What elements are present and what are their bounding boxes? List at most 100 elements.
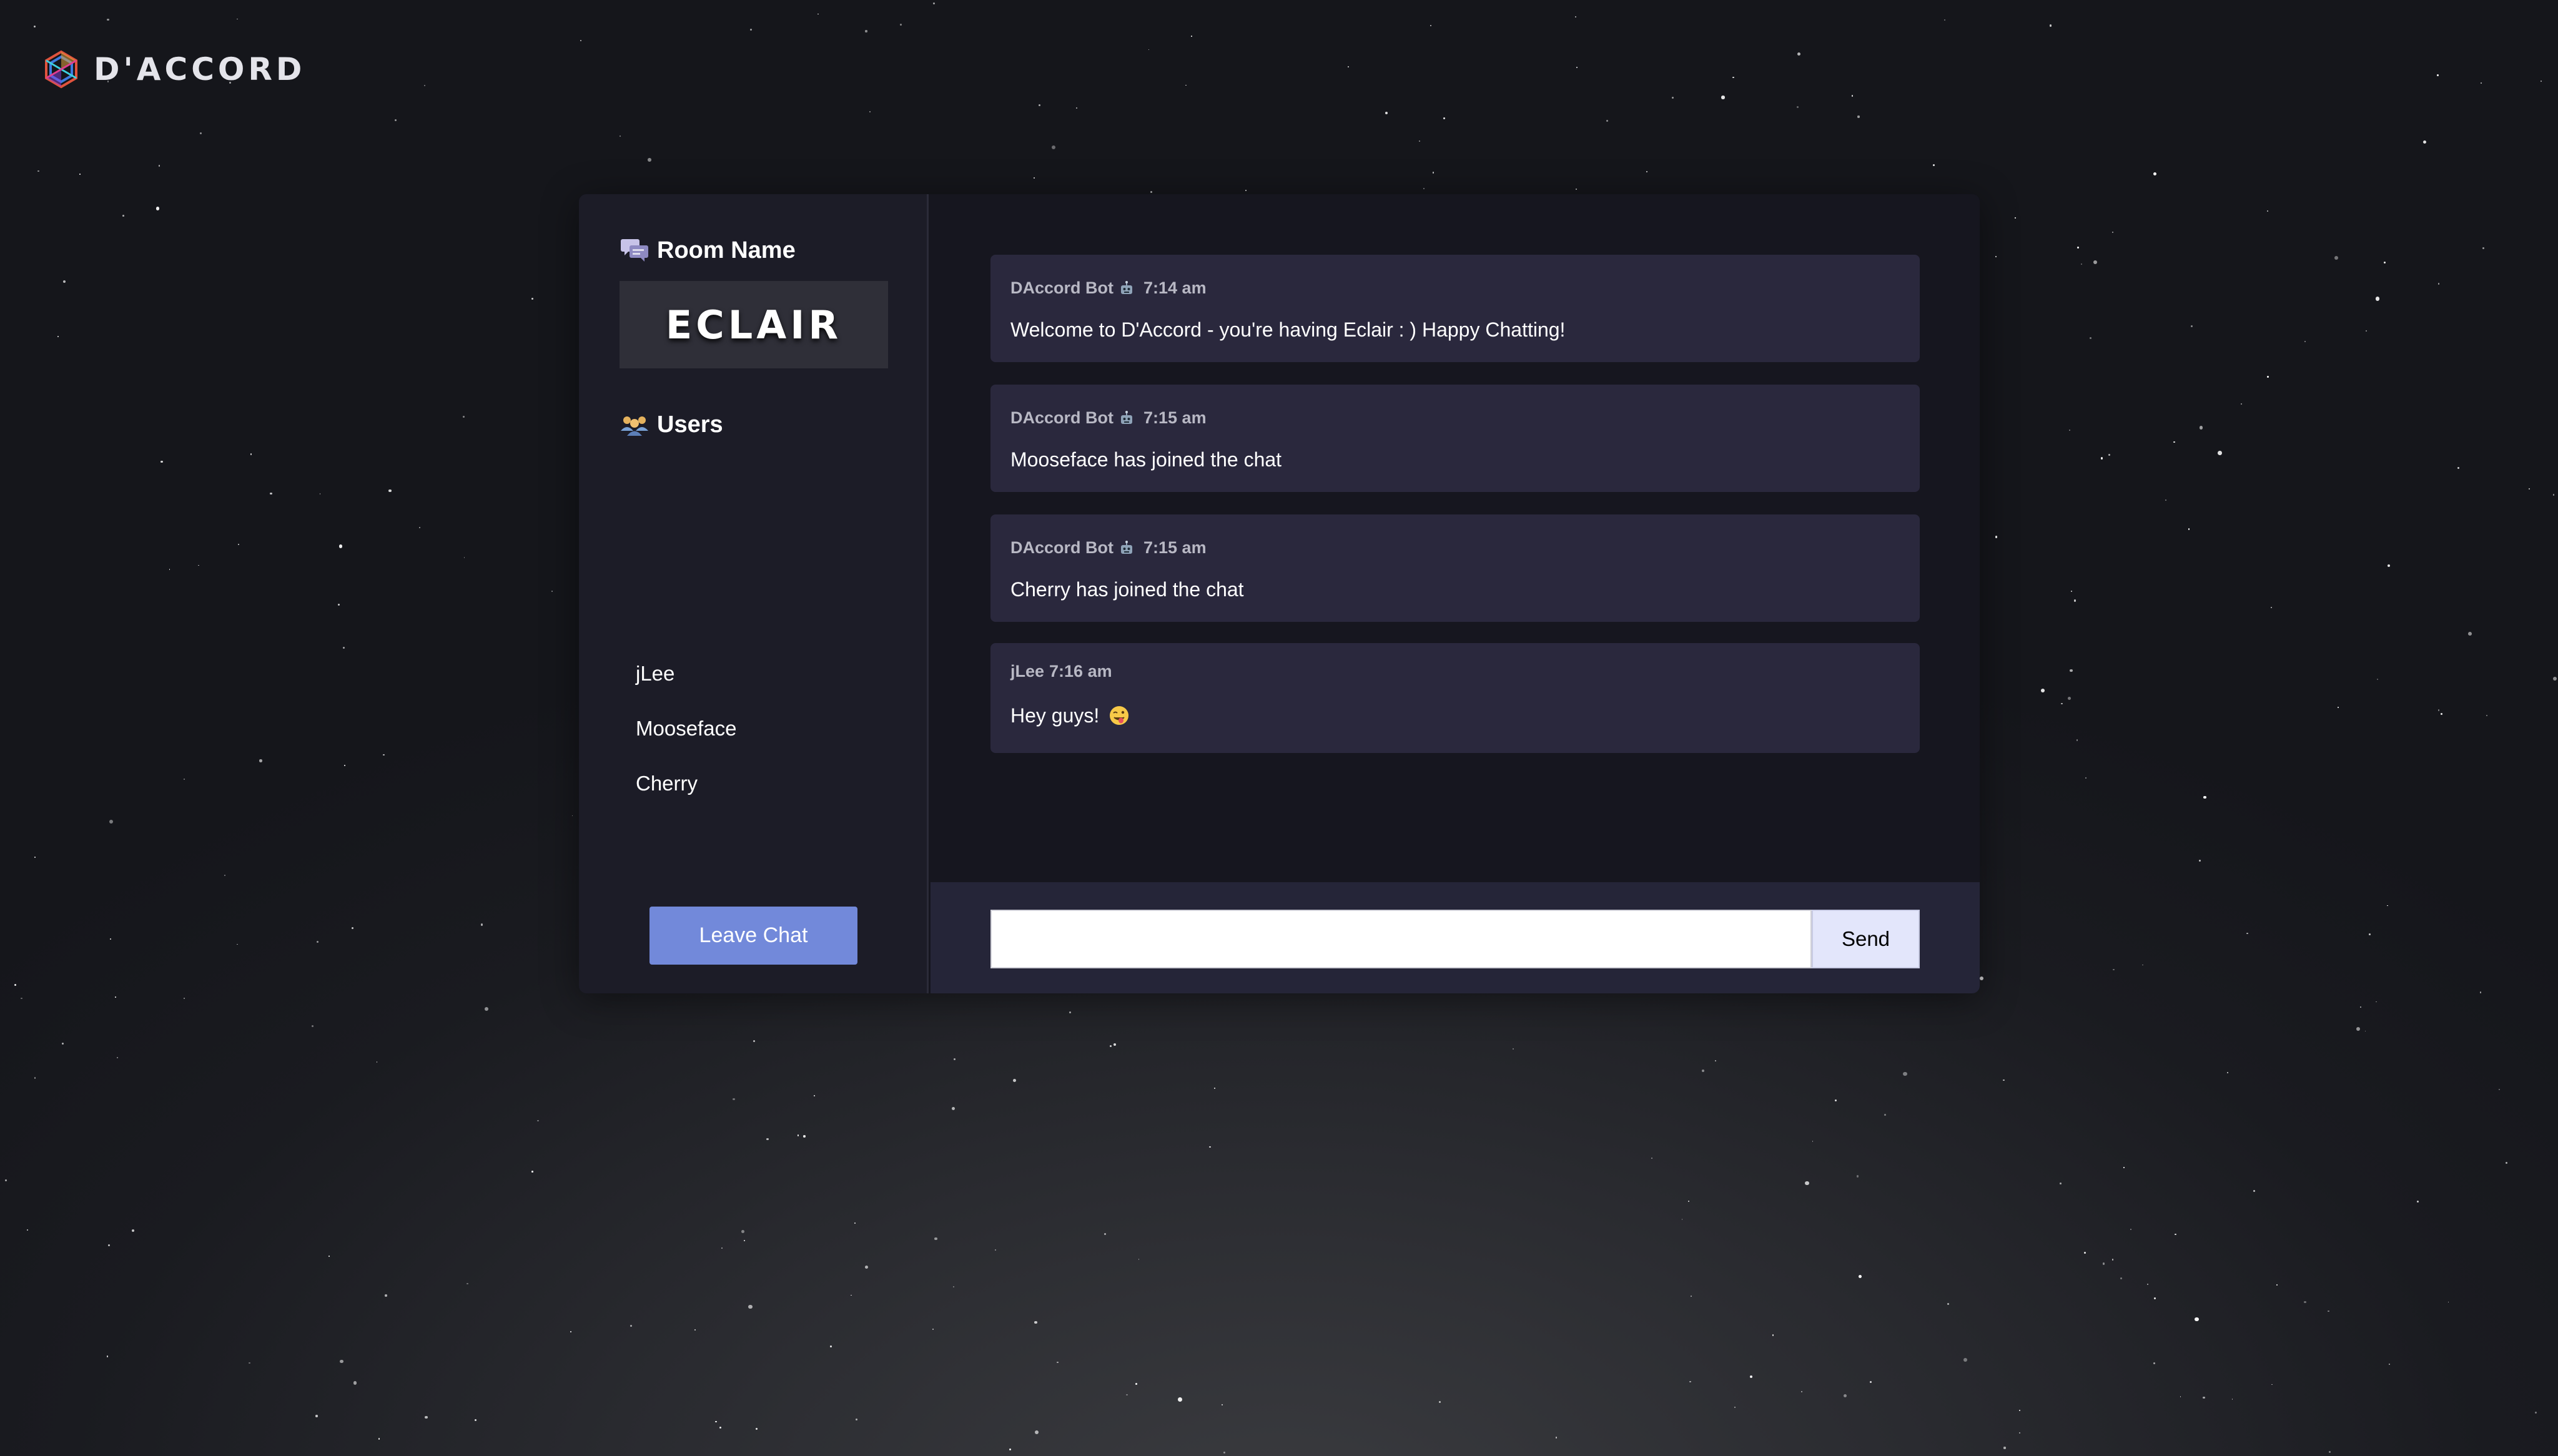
star (2153, 1362, 2156, 1364)
star (748, 1304, 753, 1309)
star (953, 1286, 955, 1287)
star (2003, 1447, 2006, 1449)
star (160, 460, 163, 463)
star (1856, 1175, 1859, 1178)
star (743, 1240, 745, 1242)
star (2468, 632, 2472, 636)
star (2553, 677, 2557, 681)
star (14, 984, 17, 986)
star (2142, 964, 2143, 966)
star (57, 335, 59, 338)
star (2365, 330, 2368, 332)
star (2218, 451, 2222, 455)
star (2486, 714, 2488, 716)
star (630, 1325, 633, 1327)
message-item: DAccord Bot 7:15 am Mooseface has joined… (990, 385, 1920, 492)
star (132, 1229, 135, 1232)
star (1555, 1437, 1558, 1439)
star (2188, 528, 2190, 530)
star (2003, 1080, 2005, 1081)
star (2304, 341, 2306, 343)
star (2076, 739, 2078, 741)
star (184, 997, 185, 999)
star (1812, 1140, 1814, 1142)
star (1575, 16, 1577, 17)
star (2368, 933, 2371, 935)
star (1576, 189, 1578, 190)
star (2389, 1363, 2391, 1365)
star (1995, 536, 1998, 538)
star (2070, 591, 2072, 593)
star (466, 1282, 468, 1285)
star (1691, 1296, 1692, 1297)
star (1057, 1361, 1059, 1364)
star (537, 1120, 539, 1122)
star (2084, 1252, 2086, 1254)
star (954, 1058, 956, 1060)
message-meta: DAccord Bot 7:15 am (1010, 538, 1207, 558)
star (2153, 172, 2156, 175)
star (2375, 297, 2380, 302)
star (2199, 426, 2203, 430)
star (343, 646, 345, 649)
message-text-wrapper: Hey guys! (1010, 704, 1130, 727)
star (385, 1294, 387, 1297)
star (340, 1359, 343, 1364)
star (2437, 74, 2439, 76)
star (1126, 1394, 1128, 1396)
users-heading-label: Users (657, 411, 723, 438)
star (2120, 1277, 2123, 1279)
send-button[interactable]: Send (1812, 910, 1920, 968)
star (715, 1420, 717, 1423)
star (2180, 1396, 2181, 1398)
message-timestamp: 7:15 am (1143, 408, 1207, 427)
star (2359, 1006, 2361, 1008)
star (259, 759, 262, 762)
star (423, 85, 425, 87)
star (2191, 325, 2193, 328)
star (2108, 454, 2110, 456)
star (156, 207, 159, 210)
leave-chat-button[interactable]: Leave Chat (649, 907, 857, 965)
star (1034, 1321, 1037, 1324)
star (2067, 696, 2071, 700)
star (753, 1040, 755, 1042)
message-timestamp: 7:14 am (1143, 278, 1207, 297)
star (106, 1355, 109, 1358)
star (531, 298, 533, 300)
star (1750, 1375, 1753, 1379)
star (850, 1294, 852, 1296)
star (316, 940, 319, 943)
star (224, 875, 225, 877)
star (2334, 255, 2339, 260)
message-list: DAccord Bot 7:14 am Welcome to D'Accord … (931, 194, 1980, 882)
star (2231, 1398, 2233, 1400)
message-timestamp: 7:16 am (1049, 662, 1112, 681)
star (1214, 1088, 1216, 1090)
star (2271, 1384, 2273, 1385)
star (351, 927, 353, 930)
star (122, 215, 124, 217)
star (719, 1426, 721, 1429)
star (2018, 1432, 2021, 1434)
star (1039, 104, 1041, 106)
message-text: Hey guys! (1010, 704, 1100, 727)
star (2304, 1301, 2306, 1303)
star (2080, 263, 2083, 265)
star (2074, 599, 2077, 602)
star (237, 943, 239, 945)
star (2270, 607, 2272, 609)
star (1104, 1233, 1107, 1236)
app-logo[interactable]: D'ACCORD (41, 49, 305, 90)
star (2123, 1167, 2125, 1169)
star (1732, 77, 1734, 79)
star (61, 1043, 64, 1045)
user-list-item: Mooseface (636, 717, 737, 740)
star (2165, 499, 2167, 501)
star (2376, 678, 2379, 681)
message-author: DAccord Bot (1010, 278, 1114, 297)
message-input[interactable] (990, 910, 1812, 968)
star (865, 30, 867, 32)
star (1419, 140, 1421, 142)
star (1443, 117, 1446, 120)
